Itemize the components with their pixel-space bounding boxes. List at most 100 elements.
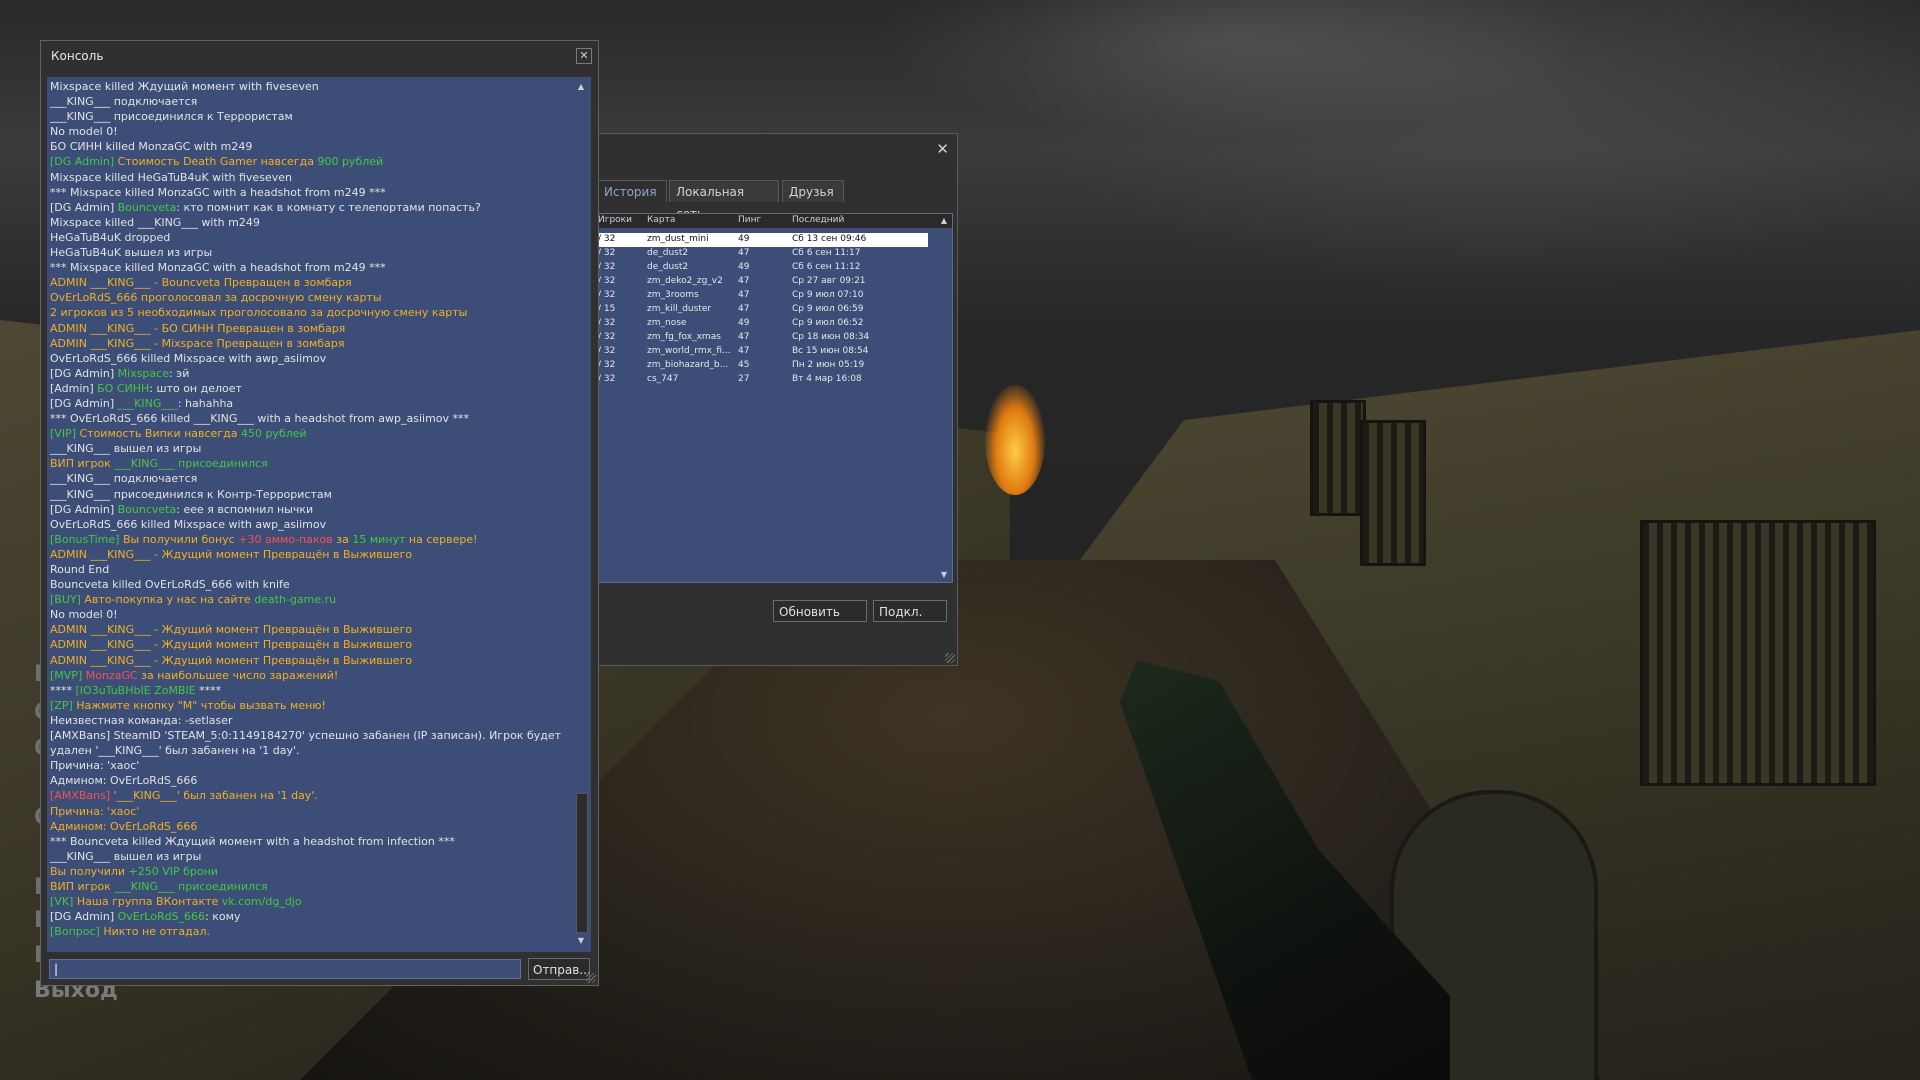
server-row[interactable]: / 15 zm_kill_duster 47 Ср 9 июл 06:59 — [598, 303, 928, 317]
console-line-segment: Вы получили — [50, 864, 129, 878]
console-line: Админом: OvErLoRdS_666 — [50, 773, 570, 788]
server-cell-last: Пн 2 июн 05:19 — [792, 360, 865, 370]
console-line-segment: ___KING___ присоединился — [114, 457, 268, 471]
console-line-segment: Mixspace killed HeGaTuB4uK with fiveseve… — [50, 170, 292, 184]
console-line: ADMIN ___KING___ - Ждущий момент Превращ… — [50, 653, 570, 668]
scroll-thumb[interactable] — [576, 793, 588, 933]
console-line: Админом: OvErLoRdS_666 — [50, 819, 570, 834]
console-line-segment: No model 0! — [50, 125, 118, 139]
server-row[interactable]: / 32 zm_3rooms 47 Ср 9 июл 07:10 — [598, 289, 928, 303]
console-line-segment: ___KING___ вышел из игры — [50, 849, 202, 863]
connect-button[interactable]: Подкл. — [873, 600, 947, 622]
server-row[interactable]: / 32 cs_747 27 Вт 4 мар 16:08 — [598, 373, 928, 387]
column-players[interactable]: Игроки — [598, 215, 632, 225]
console-line-segment: MonzaGC — [85, 668, 138, 682]
tab-lan[interactable]: Локальная сеть — [669, 180, 779, 221]
console-line-segment: +250 VIP брони — [128, 864, 218, 878]
console-line-segment: ADMIN ___KING___ - Ждущий момент Превращ… — [50, 653, 413, 667]
console-line-segment: БО СИНН killed MonzaGC with m249 — [50, 140, 253, 154]
close-icon[interactable]: ✕ — [576, 48, 592, 64]
console-line-segment: 2 игроков из 5 необходимых проголосовало… — [50, 306, 468, 320]
scroll-up-icon[interactable]: ▲ — [575, 81, 587, 93]
console-line: [Admin] БО СИНН: што он делоет — [50, 381, 570, 396]
console-line: OvErLoRdS_666 проголосовал за досрочную … — [50, 290, 570, 305]
server-row[interactable]: / 32 de_dust2 47 Сб 6 сен 11:17 — [598, 247, 928, 261]
console-line-segment: : еее я вспомнил нычки — [176, 502, 314, 516]
console-scrollbar[interactable]: ▲ ▼ — [575, 81, 588, 947]
server-cell-players: / 32 — [598, 346, 616, 356]
console-line: [AMXBans] SteamID 'STEAM_5:0:1149184270'… — [50, 728, 570, 743]
console-line-segment: *** Mixspace killed MonzaGC with a heads… — [50, 185, 386, 199]
column-ping[interactable]: Пинг — [738, 215, 761, 225]
scroll-up-icon[interactable]: ▲ — [939, 216, 949, 226]
server-cell-ping: 47 — [738, 290, 750, 300]
server-cell-map: zm_deko2_zg_v2 — [647, 276, 723, 286]
resize-grip[interactable] — [945, 653, 955, 663]
console-line-segment: Стоимость Death Gamer навсегда — [117, 155, 318, 169]
server-row[interactable]: / 32 zm_nose 49 Ср 9 июл 06:52 — [598, 317, 928, 331]
server-cell-players: / 32 — [598, 332, 616, 342]
console-line-segment: : кому — [205, 910, 241, 924]
server-cell-players: / 32 — [598, 374, 616, 384]
column-map[interactable]: Карта — [647, 215, 675, 225]
server-row[interactable]: / 32 de_dust2 49 Сб 6 сен 11:12 — [598, 261, 928, 275]
console-line: No model 0! — [50, 124, 570, 139]
server-cell-last: Ср 9 июл 06:59 — [792, 304, 864, 314]
console-line-segment: за — [332, 532, 353, 546]
console-line-segment: [MVP] — [50, 668, 86, 682]
console-line: ADMIN ___KING___ - Ждущий момент Превращ… — [50, 622, 570, 637]
console-line: Mixspace killed HeGaTuB4uK with fiveseve… — [50, 170, 570, 185]
server-row[interactable]: / 32 zm_dust_mini 49 Сб 13 сен 09:46 — [598, 233, 928, 247]
console-line-segment: **** — [50, 683, 76, 697]
console-line-segment: Авто-покупка у нас на сайте — [84, 593, 255, 607]
server-row[interactable]: / 32 zm_fg_fox_xmas 47 Ср 18 июн 08:34 — [598, 331, 928, 345]
console-line-segment: ADMIN ___KING___ - Ждущий момент Превращ… — [50, 638, 413, 652]
console-line-segment: [VIP] — [50, 427, 80, 441]
tab-friends[interactable]: Друзья — [782, 180, 844, 202]
server-row[interactable]: / 32 zm_deko2_zg_v2 47 Ср 27 авг 09:21 — [598, 275, 928, 289]
console-line: OvErLoRdS_666 killed Mixspace with awp_a… — [50, 517, 570, 532]
console-line-segment: Round End — [50, 563, 110, 576]
refresh-button[interactable]: Обновить — [773, 600, 867, 622]
server-cell-last: Сб 6 сен 11:12 — [792, 262, 861, 272]
console-line-segment: Mixspace killed Ждущий момент with fives… — [50, 80, 319, 93]
scroll-down-icon[interactable]: ▼ — [939, 570, 949, 580]
server-cell-last: Вт 4 мар 16:08 — [792, 374, 862, 384]
server-cell-map: zm_world_rmx_fi... — [647, 346, 731, 356]
console-line: [ZP] Нажмите кнопку "M" чтобы вызвать ме… — [50, 698, 570, 713]
console-line-segment: ___KING___ присоединился — [114, 879, 268, 893]
window-grate — [1360, 420, 1426, 566]
console-line: [BUY] Авто-покупка у нас на сайте death-… — [50, 592, 570, 607]
server-cell-map: zm_kill_duster — [647, 304, 712, 314]
console-line-segment: [Вопрос] — [50, 925, 104, 939]
console-line: Причина: 'хаос' — [50, 758, 570, 773]
console-line-segment: Наша группа ВКонтакте — [76, 895, 222, 909]
server-row[interactable]: / 32 zm_biohazard_b... 45 Пн 2 июн 05:19 — [598, 359, 928, 373]
scroll-down-icon[interactable]: ▼ — [575, 935, 587, 947]
console-line: [AMXBans] '___KING___' был забанен на '1… — [50, 788, 570, 803]
server-cell-ping: 47 — [738, 332, 750, 342]
server-row[interactable]: / 32 zm_world_rmx_fi... 47 Вс 15 июн 08:54 — [598, 345, 928, 359]
console-line-segment: Mixspace killed ___KING___ with m249 — [50, 215, 260, 229]
window-grate — [1310, 400, 1366, 516]
console-line-segment: ВИП игрок — [50, 457, 115, 471]
console-line-segment: ADMIN ___KING___ - Ждущий момент Превращ… — [50, 547, 413, 561]
console-line-segment: 450 рублей — [240, 427, 307, 441]
console-input[interactable]: | — [49, 959, 521, 979]
console-line-segment: *** Bouncveta killed Ждущий момент with … — [50, 834, 455, 848]
tab-history[interactable]: История — [597, 180, 667, 202]
column-last[interactable]: Последний — [792, 215, 844, 225]
server-cell-last: Вс 15 июн 08:54 — [792, 346, 869, 356]
console-line: [BonusTime] Вы получили бонус +30 аммо-п… — [50, 532, 570, 547]
console-line-segment: OvErLoRdS_666 killed Mixspace with awp_a… — [50, 517, 327, 531]
console-line-segment: No model 0! — [50, 608, 118, 622]
send-button[interactable]: Отправ... — [528, 958, 591, 980]
console-line-segment: HeGaTuB4uK вышел из игры — [50, 246, 213, 260]
resize-grip[interactable] — [586, 973, 596, 983]
close-icon[interactable]: ✕ — [936, 140, 949, 158]
server-cell-map: zm_fg_fox_xmas — [647, 332, 721, 342]
console-line-segment: Никто не отгадал. — [103, 925, 210, 939]
server-cell-players: / 32 — [598, 318, 616, 328]
console-line-segment: [BonusTime] — [50, 532, 123, 546]
console-line: [VK] Наша группа ВКонтакте vk.com/dg_djo — [50, 894, 570, 909]
